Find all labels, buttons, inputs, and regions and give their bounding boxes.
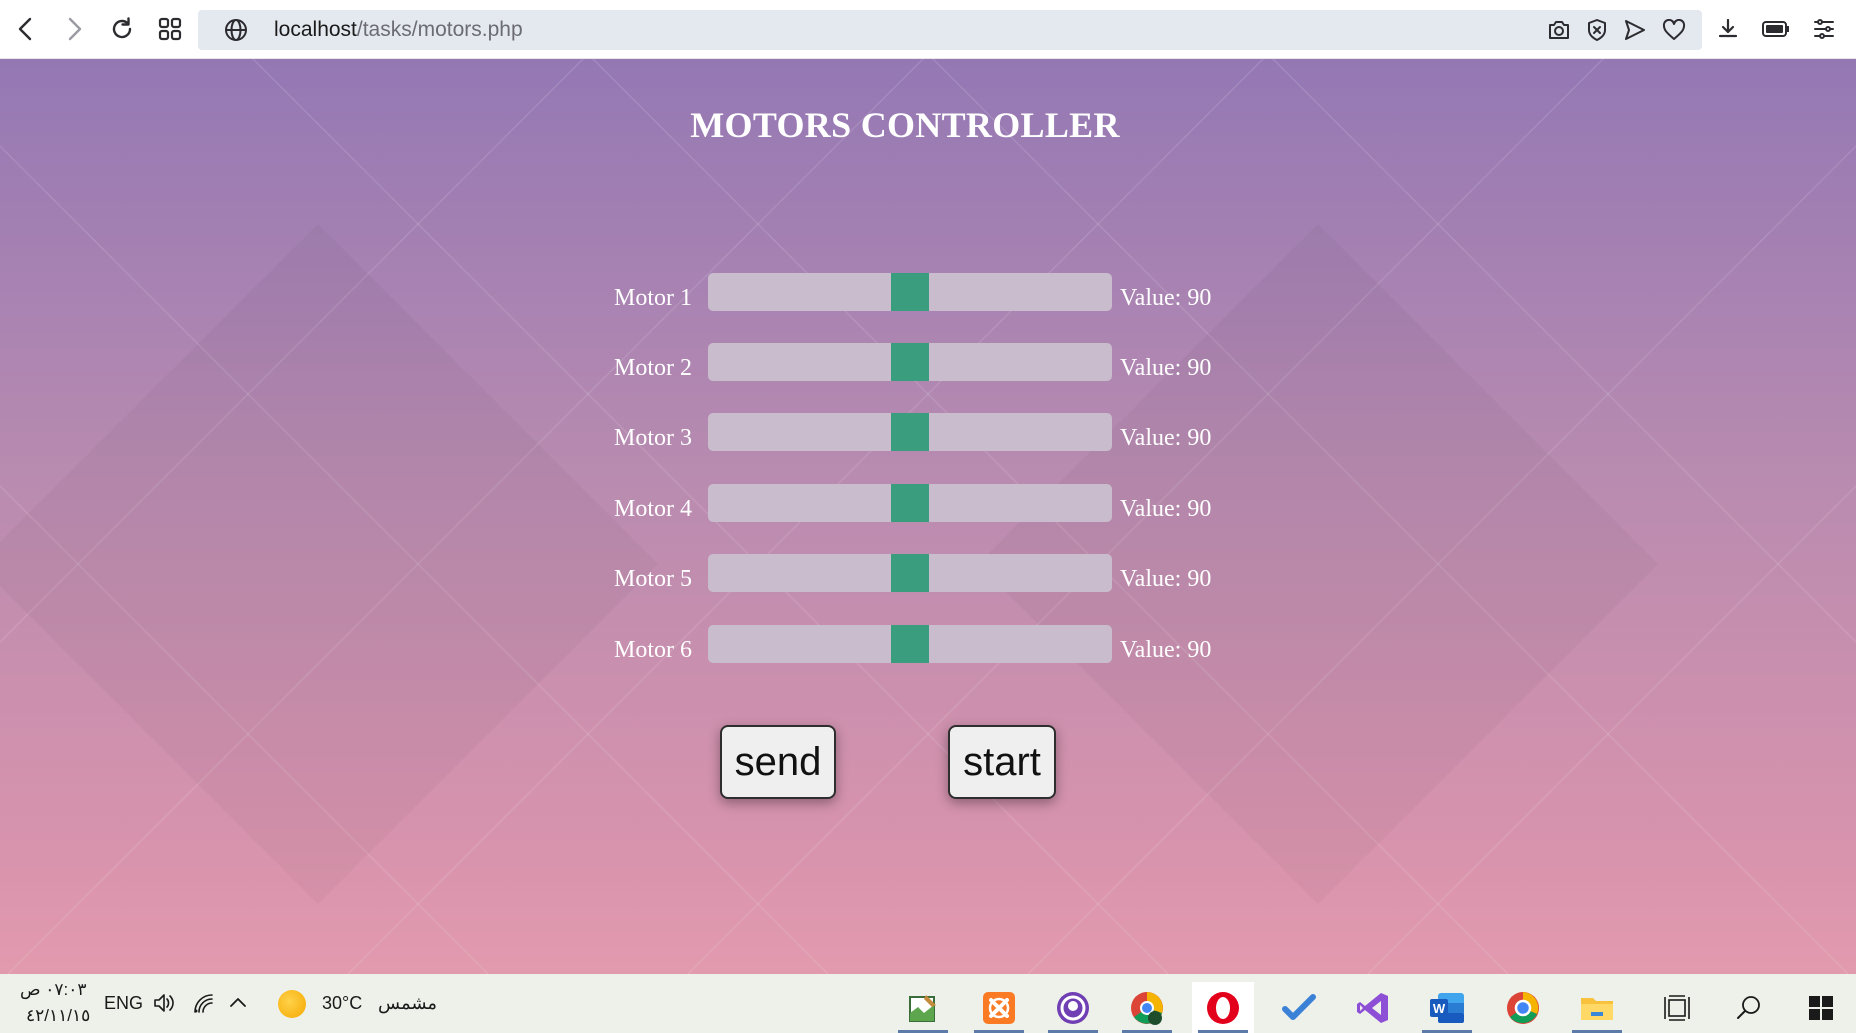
start-button[interactable]: start bbox=[948, 725, 1056, 799]
motor-value-prefix: Value: bbox=[1120, 285, 1182, 311]
word-icon[interactable]: W bbox=[1416, 982, 1478, 1033]
motor-value-number: 90 bbox=[1187, 566, 1212, 592]
send-button[interactable]: send bbox=[720, 725, 836, 799]
sun-icon bbox=[278, 990, 306, 1018]
motor-value-number: 90 bbox=[1187, 355, 1212, 381]
search-icon[interactable] bbox=[1718, 982, 1780, 1033]
reload-icon[interactable] bbox=[106, 11, 138, 47]
xampp-icon[interactable] bbox=[968, 982, 1030, 1033]
address-bar[interactable]: localhost/tasks/motors.php bbox=[198, 10, 1702, 50]
globe-icon bbox=[224, 18, 248, 47]
motor-slider[interactable] bbox=[708, 343, 1112, 381]
opera-icon[interactable] bbox=[1192, 982, 1254, 1033]
motor-slider[interactable] bbox=[708, 554, 1112, 592]
motor-value: Value: 90 bbox=[1120, 355, 1211, 382]
svg-text:W: W bbox=[1433, 1001, 1446, 1016]
url-host: localhost bbox=[274, 18, 357, 41]
windows-start-icon[interactable] bbox=[1790, 982, 1852, 1033]
volume-icon[interactable] bbox=[152, 992, 176, 1019]
taskbar: ٠٧:٠٣ ص ٤٢/١١/١٥ ENG 30°C مشمس W bbox=[0, 974, 1856, 1033]
page-content: MOTORS CONTROLLER Motor 1 Value: 90 Motor 2… bbox=[0, 59, 1856, 974]
motor-value: Value: 90 bbox=[1120, 637, 1211, 664]
send-icon[interactable] bbox=[1622, 18, 1648, 42]
back-icon[interactable] bbox=[10, 11, 42, 47]
motor-label: Motor 3 bbox=[614, 425, 692, 451]
menu-icon[interactable] bbox=[1808, 11, 1840, 47]
url-text[interactable]: localhost/tasks/motors.php bbox=[274, 18, 523, 42]
motor-slider[interactable] bbox=[708, 273, 1112, 311]
motor-slider-thumb[interactable] bbox=[891, 484, 929, 522]
todo-icon[interactable] bbox=[1268, 982, 1330, 1033]
motor-value-prefix: Value: bbox=[1120, 496, 1182, 522]
motor-row: Motor 1 Value: 90 bbox=[0, 273, 1856, 313]
motor-value-number: 90 bbox=[1187, 425, 1212, 451]
motor-value-prefix: Value: bbox=[1120, 425, 1182, 451]
motor-label: Motor 5 bbox=[614, 566, 692, 592]
motor-slider[interactable] bbox=[708, 625, 1112, 663]
weather-condition[interactable]: مشمس bbox=[378, 993, 437, 1014]
motor-row: Motor 2 Value: 90 bbox=[0, 343, 1856, 383]
chrome-profile-icon[interactable] bbox=[1116, 982, 1178, 1033]
motor-value-number: 90 bbox=[1187, 285, 1212, 311]
browser-toolbar: localhost/tasks/motors.php bbox=[0, 0, 1856, 59]
tabs-grid-icon[interactable] bbox=[154, 11, 186, 47]
file-explorer-icon[interactable] bbox=[1566, 982, 1628, 1033]
motor-slider-thumb[interactable] bbox=[891, 343, 929, 381]
motor-slider-thumb[interactable] bbox=[891, 625, 929, 663]
camera-icon[interactable] bbox=[1546, 18, 1572, 42]
motor-slider[interactable] bbox=[708, 413, 1112, 451]
shield-icon[interactable] bbox=[1584, 18, 1610, 42]
download-icon[interactable] bbox=[1712, 11, 1744, 47]
clock-date[interactable]: ٤٢/١١/١٥ bbox=[26, 1006, 90, 1026]
motor-value-prefix: Value: bbox=[1120, 566, 1182, 592]
motor-value: Value: 90 bbox=[1120, 496, 1211, 523]
chrome-icon[interactable] bbox=[1492, 982, 1554, 1033]
motor-value-prefix: Value: bbox=[1120, 637, 1182, 663]
battery-icon[interactable] bbox=[1760, 11, 1792, 47]
page-title: MOTORS CONTROLLER bbox=[690, 105, 1120, 145]
chevron-up-icon[interactable] bbox=[228, 994, 248, 1015]
motor-value-number: 90 bbox=[1187, 496, 1212, 522]
motor-row: Motor 5 Value: 90 bbox=[0, 554, 1856, 594]
motor-slider-thumb[interactable] bbox=[891, 273, 929, 311]
motor-slider-thumb[interactable] bbox=[891, 413, 929, 451]
motor-slider-thumb[interactable] bbox=[891, 554, 929, 592]
motor-label: Motor 1 bbox=[614, 285, 692, 311]
weather-temperature[interactable]: 30°C bbox=[322, 993, 362, 1014]
motor-value-prefix: Value: bbox=[1120, 355, 1182, 381]
clock-time[interactable]: ٠٧:٠٣ ص bbox=[20, 980, 87, 1000]
motor-value: Value: 90 bbox=[1120, 425, 1211, 452]
motor-row: Motor 4 Value: 90 bbox=[0, 484, 1856, 524]
wifi-icon[interactable] bbox=[192, 992, 216, 1019]
notepad-icon[interactable] bbox=[892, 982, 954, 1033]
task-view-icon[interactable] bbox=[1646, 982, 1708, 1033]
forward-icon[interactable] bbox=[58, 11, 90, 47]
motor-value-number: 90 bbox=[1187, 637, 1212, 663]
motor-value: Value: 90 bbox=[1120, 285, 1211, 312]
motor-slider[interactable] bbox=[708, 484, 1112, 522]
motor-label: Motor 4 bbox=[614, 496, 692, 522]
heart-icon[interactable] bbox=[1661, 18, 1687, 42]
language-indicator[interactable]: ENG bbox=[104, 993, 143, 1014]
motor-row: Motor 6 Value: 90 bbox=[0, 625, 1856, 665]
motor-label: Motor 2 bbox=[614, 355, 692, 381]
motor-value: Value: 90 bbox=[1120, 566, 1211, 593]
motor-label: Motor 6 bbox=[614, 637, 692, 663]
motor-row: Motor 3 Value: 90 bbox=[0, 413, 1856, 453]
visual-studio-icon[interactable] bbox=[1342, 982, 1404, 1033]
github-icon[interactable] bbox=[1042, 982, 1104, 1033]
url-path: /tasks/motors.php bbox=[356, 18, 523, 41]
